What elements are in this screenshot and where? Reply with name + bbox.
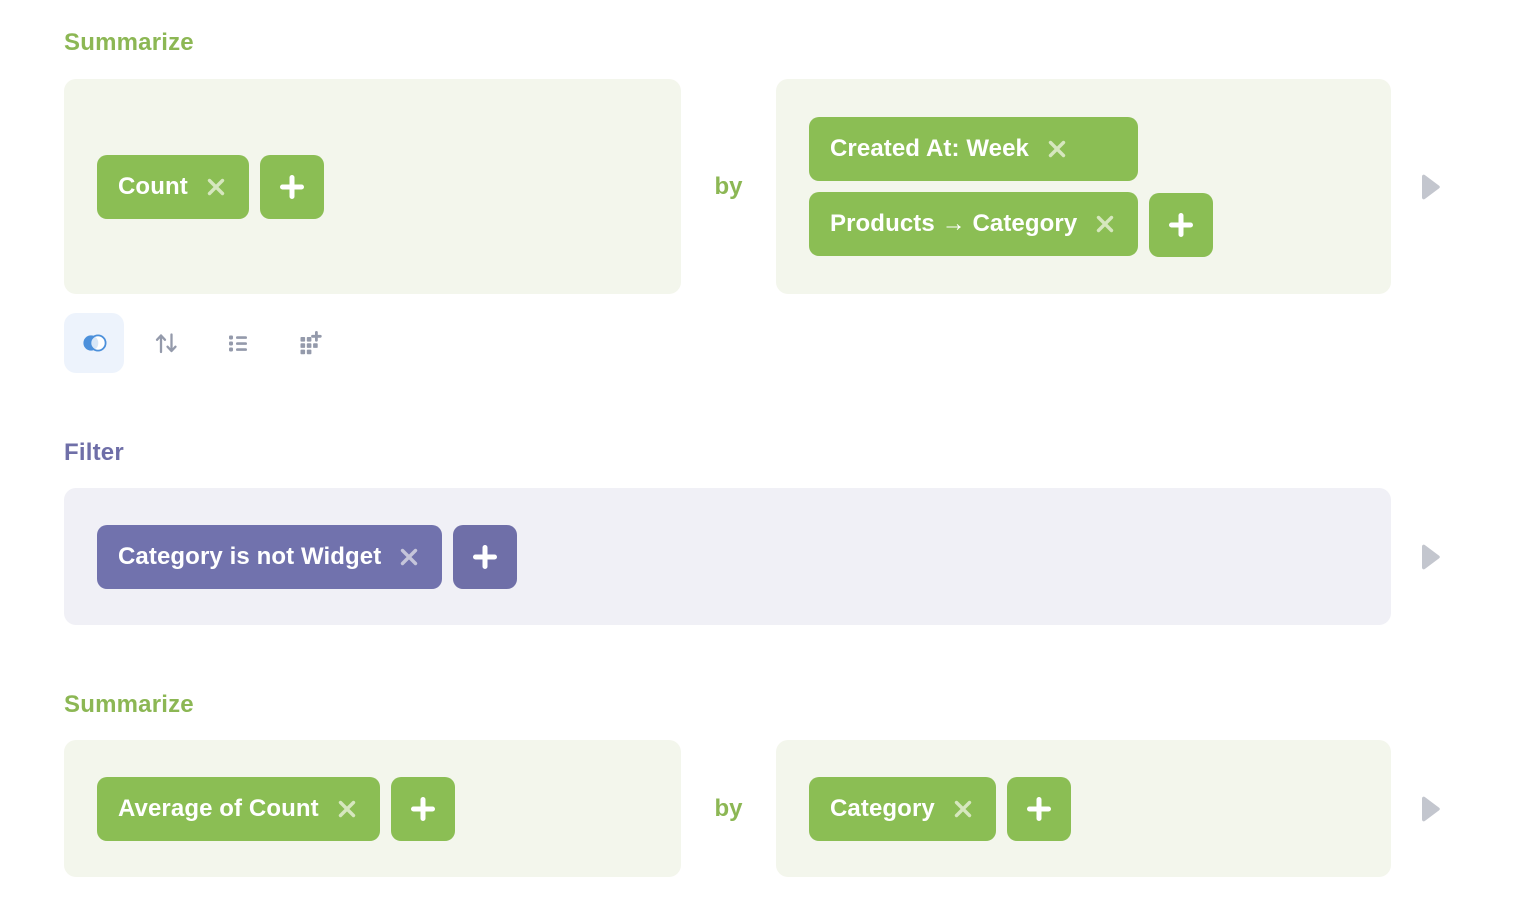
section-heading-text: Summarize [64, 691, 194, 718]
custom-column-icon [300, 331, 322, 355]
aggregation-pill-label: Average of Count [118, 794, 319, 822]
join-data-icon [83, 334, 107, 352]
aggregation-clause-inner: Average of Count [64, 741, 488, 877]
row-limit-button[interactable] [208, 313, 268, 373]
filter-pill-category-not-widget[interactable]: Category is not Widget [97, 524, 443, 589]
close-icon[interactable] [204, 175, 228, 199]
aggregation-pill-count[interactable]: Count [97, 154, 249, 219]
breakout-clause-inner: Created At: Week Products → Category [776, 87, 1246, 287]
section-heading-text: Filter [64, 439, 124, 466]
play-icon [1421, 544, 1440, 569]
filter-pill-label: Category is not Widget [118, 542, 382, 570]
run-step-button[interactable] [1411, 168, 1449, 206]
close-icon[interactable] [951, 797, 975, 821]
add-aggregation-button[interactable] [259, 154, 324, 219]
close-icon[interactable] [335, 797, 359, 821]
close-icon[interactable] [1045, 137, 1069, 161]
breakout-pill-stack: Created At: Week Products → Category [809, 116, 1139, 256]
summarize-step-2-heading: Summarize [64, 693, 194, 717]
step-action-bar [64, 313, 340, 373]
plus-icon [279, 174, 304, 199]
run-step-button[interactable] [1411, 538, 1449, 576]
summarize-step-1-row: Count by Created At: Week Products → Cat… [64, 79, 1468, 294]
plus-icon [1169, 212, 1194, 237]
filter-step-run-wrap [1391, 538, 1468, 576]
add-breakout-button[interactable] [1149, 192, 1214, 257]
play-icon [1421, 796, 1440, 821]
play-icon [1421, 174, 1440, 199]
query-builder-notebook: Summarize Count by Created At: Week Prod… [0, 0, 1530, 903]
summarize-by-connector-2: by [714, 794, 743, 822]
plus-icon [410, 796, 435, 821]
aggregation-pill-label: Count [118, 172, 188, 200]
summarize-step-1-run-wrap [1391, 168, 1468, 206]
custom-column-button[interactable] [280, 313, 340, 373]
filter-step-row: Category is not Widget [64, 488, 1468, 625]
aggregation-pill-average-of-count[interactable]: Average of Count [97, 776, 380, 841]
breakout-pill-label: Category [830, 794, 935, 822]
breakout-clause-panel: Created At: Week Products → Category [776, 79, 1391, 294]
plus-icon [311, 331, 322, 342]
row-limit-icon [229, 335, 247, 352]
breakout-pill-products-category[interactable]: Products → Category [809, 191, 1139, 256]
summarize-step-2-row: Average of Count by Category [64, 740, 1468, 877]
aggregation-clause-panel: Average of Count [64, 740, 681, 877]
summarize-step-1-heading: Summarize [64, 31, 194, 55]
section-heading-text: Summarize [64, 29, 194, 56]
add-aggregation-button[interactable] [390, 776, 455, 841]
filter-clause-inner: Category is not Widget [64, 489, 550, 625]
plus-icon [473, 544, 498, 569]
close-icon[interactable] [1093, 212, 1117, 236]
aggregation-clause-panel: Count [64, 79, 681, 294]
filter-step-heading: Filter [64, 441, 124, 465]
breakout-pill-created-at[interactable]: Created At: Week [809, 116, 1139, 181]
filter-clause-panel: Category is not Widget [64, 488, 1391, 625]
close-icon[interactable] [397, 545, 421, 569]
plus-icon [1026, 796, 1051, 821]
run-step-button[interactable] [1411, 790, 1449, 828]
breakout-pill-label: Products → Category [830, 209, 1078, 237]
breakout-clause-inner: Category [776, 741, 1104, 877]
summarize-by-connector-1: by [714, 172, 743, 200]
sort-button[interactable] [136, 313, 196, 373]
summarize-step-2-run-wrap [1391, 790, 1468, 828]
add-filter-button[interactable] [453, 524, 518, 589]
aggregation-clause-inner: Count [64, 122, 357, 252]
breakout-pill-label: Created At: Week [830, 134, 1029, 162]
sort-icon [155, 333, 177, 354]
join-data-button[interactable] [64, 313, 124, 373]
add-breakout-button[interactable] [1006, 776, 1071, 841]
breakout-pill-category[interactable]: Category [809, 776, 996, 841]
breakout-clause-panel: Category [776, 740, 1391, 877]
